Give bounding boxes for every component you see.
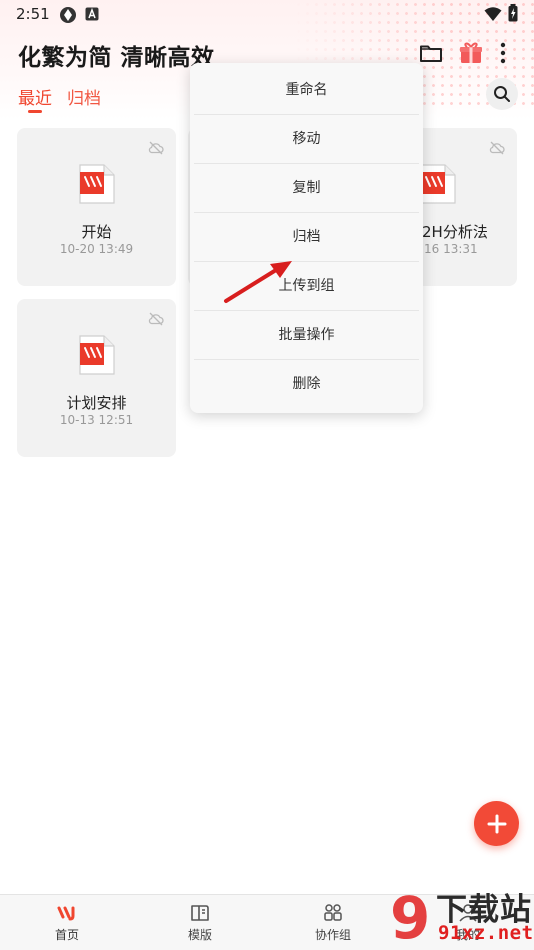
menu-item-batch-operation[interactable]: 批量操作 bbox=[194, 311, 419, 360]
status-time: 2:51 bbox=[16, 5, 50, 23]
cloud-off-icon bbox=[148, 312, 164, 326]
mindmap-file-icon bbox=[420, 164, 456, 204]
watermark-logo-icon: 9 bbox=[390, 886, 430, 948]
status-bar: 2:51 bbox=[0, 0, 534, 28]
mindmap-card[interactable]: 计划安排 10-13 12:51 bbox=[17, 299, 176, 457]
card-title: 开始 bbox=[81, 223, 112, 241]
watermark-number: 9 bbox=[390, 886, 430, 948]
watermark-url: 91xz.net bbox=[438, 922, 534, 944]
nav-item-team[interactable]: 协作组 bbox=[283, 895, 383, 950]
notification-app-icon bbox=[60, 7, 76, 23]
template-book-icon bbox=[191, 905, 209, 921]
team-icon bbox=[324, 904, 342, 921]
nav-label: 协作组 bbox=[314, 928, 351, 942]
nav-item-home[interactable]: 首页 bbox=[17, 895, 117, 950]
add-mindmap-button[interactable] bbox=[474, 801, 519, 846]
plus-icon bbox=[487, 814, 506, 833]
context-menu: 重命名 移动 复制 归档 上传到组 批量操作 删除 bbox=[190, 63, 423, 413]
tab-archive[interactable]: 归档 bbox=[67, 84, 101, 109]
card-date: 10-20 13:49 bbox=[59, 242, 134, 256]
nav-item-templates[interactable]: 模版 bbox=[150, 895, 250, 950]
home-logo-icon bbox=[57, 906, 75, 921]
more-menu-icon[interactable] bbox=[490, 40, 516, 66]
mindmap-file-icon bbox=[79, 164, 115, 204]
annotation-arrow-icon bbox=[224, 261, 292, 303]
site-watermark: 9 下载站 91xz.net bbox=[388, 884, 534, 950]
menu-item-copy[interactable]: 复制 bbox=[194, 164, 419, 213]
folder-icon[interactable] bbox=[418, 40, 444, 66]
card-date: 10-13 12:51 bbox=[59, 413, 134, 427]
gift-icon[interactable] bbox=[458, 40, 484, 66]
tab-recent[interactable]: 最近 bbox=[18, 84, 52, 109]
battery-charging-icon bbox=[508, 4, 518, 22]
search-icon bbox=[494, 86, 510, 102]
wifi-icon bbox=[484, 7, 502, 21]
active-tab-indicator bbox=[28, 110, 42, 113]
mindmap-file-icon bbox=[79, 335, 115, 375]
menu-item-move[interactable]: 移动 bbox=[194, 115, 419, 164]
cloud-off-icon bbox=[489, 141, 505, 155]
nav-label: 模版 bbox=[187, 928, 212, 942]
keyboard-a-icon bbox=[85, 7, 99, 21]
menu-item-rename[interactable]: 重命名 bbox=[194, 66, 419, 115]
page-title: 化繁为简 清晰高效 bbox=[18, 45, 215, 71]
mindmap-card[interactable]: 开始 10-20 13:49 bbox=[17, 128, 176, 286]
cloud-off-icon bbox=[148, 141, 164, 155]
menu-item-delete[interactable]: 删除 bbox=[194, 360, 419, 409]
nav-label: 首页 bbox=[54, 928, 79, 942]
card-title: 计划安排 bbox=[66, 394, 127, 412]
search-button[interactable] bbox=[486, 78, 518, 110]
menu-item-archive[interactable]: 归档 bbox=[194, 213, 419, 262]
